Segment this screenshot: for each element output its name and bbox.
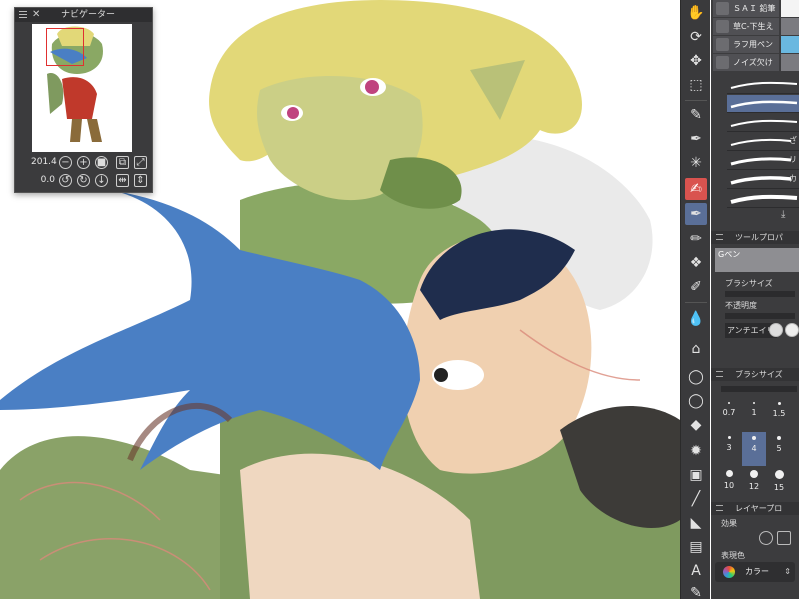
- brush-preview-thumb: [781, 18, 799, 35]
- zoom-value: 201.4: [31, 157, 57, 167]
- menu-icon[interactable]: [19, 11, 27, 18]
- brush-stroke-item[interactable]: ざ: [727, 133, 799, 151]
- navigator-titlebar[interactable]: ✕ ナビゲーター: [15, 8, 152, 22]
- navigator-rotate-row: 0.0 ↺ ↻ ↓ ⇹ ⇕: [15, 172, 154, 190]
- effect-option[interactable]: [777, 531, 791, 545]
- blend-icon[interactable]: ✹: [685, 440, 707, 462]
- flip-horizontal-icon[interactable]: ⇹: [116, 174, 129, 187]
- rotation-value: 0.0: [40, 175, 55, 185]
- size-cell[interactable]: 12: [742, 466, 766, 500]
- eraser-icon[interactable]: ◆: [685, 414, 707, 436]
- gradient-icon[interactable]: ▣: [685, 464, 707, 486]
- layer-property-title: レイヤープロ: [735, 504, 783, 513]
- rotate-left-icon[interactable]: ↺: [59, 174, 72, 187]
- zoom-out-icon[interactable]: −: [59, 156, 72, 169]
- size-cell[interactable]: 3: [717, 432, 741, 466]
- ruler-icon[interactable]: ◣: [685, 512, 707, 534]
- antialias-option[interactable]: [769, 323, 783, 337]
- navigator-title: ナビゲーター: [61, 10, 116, 20]
- fit-to-window-icon[interactable]: ⤢: [134, 156, 147, 169]
- antialias-option[interactable]: [785, 323, 799, 337]
- expression-color-select[interactable]: カラー ⇕: [715, 562, 795, 582]
- pen-active-icon[interactable]: ✒: [685, 203, 707, 225]
- size-cell[interactable]: 15: [767, 466, 791, 500]
- water-drop-icon[interactable]: 💧: [685, 308, 707, 330]
- brush-stroke-item[interactable]: [727, 114, 799, 132]
- frame-icon[interactable]: ▤: [685, 536, 707, 558]
- size-cell[interactable]: 10: [717, 466, 741, 500]
- speech-bubble-2-icon[interactable]: ◯: [685, 390, 707, 412]
- sub-tool-item[interactable]: ラフ用ペン: [713, 36, 779, 53]
- reset-rotation-icon[interactable]: ↓: [95, 174, 108, 187]
- navigator-view-frame[interactable]: [46, 28, 84, 66]
- opacity-slider[interactable]: [725, 313, 795, 319]
- brush-size-title: ブラシサイズ: [735, 370, 783, 379]
- brush-preview: Gペン: [715, 248, 799, 272]
- tool-property-header[interactable]: ツールプロパ: [711, 231, 799, 244]
- line-icon[interactable]: ╱: [685, 488, 707, 510]
- brush-size-slider[interactable]: [725, 291, 795, 297]
- speech-bubble-icon[interactable]: ◯: [685, 366, 707, 388]
- brush-stroke-item-selected[interactable]: [727, 95, 799, 113]
- zoom-in-icon[interactable]: +: [77, 156, 90, 169]
- eyedropper-icon[interactable]: ✎: [685, 104, 707, 126]
- close-icon[interactable]: ✕: [32, 8, 40, 22]
- move-icon[interactable]: ✥: [685, 50, 707, 72]
- rotate-icon[interactable]: ⟳: [685, 26, 707, 48]
- navigator-panel[interactable]: ✕ ナビゲーター 201.4 − + ■ ⧉ ⤢ 0.0 ↺ ↻ ↓ ⇹ ⇕: [14, 7, 153, 193]
- brush-preview-thumb: [781, 54, 799, 71]
- tool-bar: ✋ ⟳ ✥ ⬚ ✎ ✒ ✳ ✍ ✒ ✏ ❖ ✐ 💧 ⌂ ◯ ◯ ◆ ✹ ▣ ╱ …: [680, 0, 710, 599]
- brush-preview-thumb: [781, 0, 799, 17]
- brush-stroke-item[interactable]: リ: [727, 152, 799, 170]
- effect-label: 効果: [721, 519, 737, 528]
- rotate-right-icon[interactable]: ↻: [77, 174, 90, 187]
- navigator-zoom-row: 201.4 − + ■ ⧉ ⤢: [15, 154, 154, 172]
- brush-stroke-item[interactable]: [727, 76, 799, 94]
- brush-red-icon[interactable]: ✍: [685, 178, 707, 200]
- pattern-icon[interactable]: ❖: [685, 252, 707, 274]
- correction-icon[interactable]: ✎: [685, 582, 707, 599]
- brush-size-header[interactable]: ブラシサイズ: [711, 368, 799, 381]
- house-icon[interactable]: ⌂: [685, 338, 707, 360]
- opacity-label: 不透明度: [725, 301, 757, 310]
- chevron-updown-icon: ⇕: [784, 567, 791, 576]
- tool-property-title: ツールプロパ: [735, 233, 783, 242]
- right-panel: ＳＡＩ 鉛筆 草C-下生え ラフ用ペン ノイズ欠け ざ リ カ ⤓ ツールプロパ…: [711, 0, 799, 599]
- sparkle-icon[interactable]: ✳: [685, 152, 707, 174]
- color-wheel-icon: [723, 566, 735, 578]
- expression-color-label: 表現色: [721, 551, 745, 560]
- size-cell[interactable]: 5: [767, 432, 791, 466]
- pen-icon: [716, 38, 729, 51]
- download-icon[interactable]: ⤓: [781, 209, 795, 222]
- pen-icon[interactable]: ✒: [685, 128, 707, 150]
- sub-tool-item[interactable]: ノイズ欠け: [713, 54, 779, 71]
- text-icon[interactable]: A: [685, 560, 707, 582]
- brush-stroke-item[interactable]: [727, 190, 799, 208]
- effect-option[interactable]: [759, 531, 773, 545]
- size-cell[interactable]: 1: [742, 398, 766, 432]
- pencil-icon: [716, 2, 729, 15]
- flip-vertical-icon[interactable]: ⇕: [134, 174, 147, 187]
- sub-tool-item[interactable]: ＳＡＩ 鉛筆: [713, 0, 779, 17]
- size-cell[interactable]: 1.5: [767, 398, 791, 432]
- brush-size-scrollbar[interactable]: [721, 386, 797, 392]
- pen-icon: [716, 56, 729, 69]
- brush-stroke-item[interactable]: カ: [727, 171, 799, 189]
- navigator-preview[interactable]: [32, 24, 132, 152]
- sub-tool-item[interactable]: 草C-下生え: [713, 18, 779, 35]
- actual-size-icon[interactable]: ⧉: [116, 156, 129, 169]
- brush-icon: [716, 20, 729, 33]
- marker-icon[interactable]: ✏: [685, 228, 707, 250]
- brush-size-label: ブラシサイズ: [725, 279, 773, 288]
- size-cell[interactable]: 0.7: [717, 398, 741, 432]
- layer-property-header[interactable]: レイヤープロ: [711, 502, 799, 515]
- fill-pen-icon[interactable]: ✐: [685, 276, 707, 298]
- brush-preview-thumb: [781, 36, 799, 53]
- hand-icon[interactable]: ✋: [685, 2, 707, 24]
- clip-studio-window: ✕ ナビゲーター 201.4 − + ■ ⧉ ⤢ 0.0 ↺ ↻ ↓ ⇹ ⇕ ✋…: [0, 0, 799, 599]
- size-cell-selected[interactable]: 4: [742, 432, 766, 466]
- selection-icon[interactable]: ⬚: [685, 74, 707, 96]
- zoom-stop-icon[interactable]: ■: [95, 156, 108, 169]
